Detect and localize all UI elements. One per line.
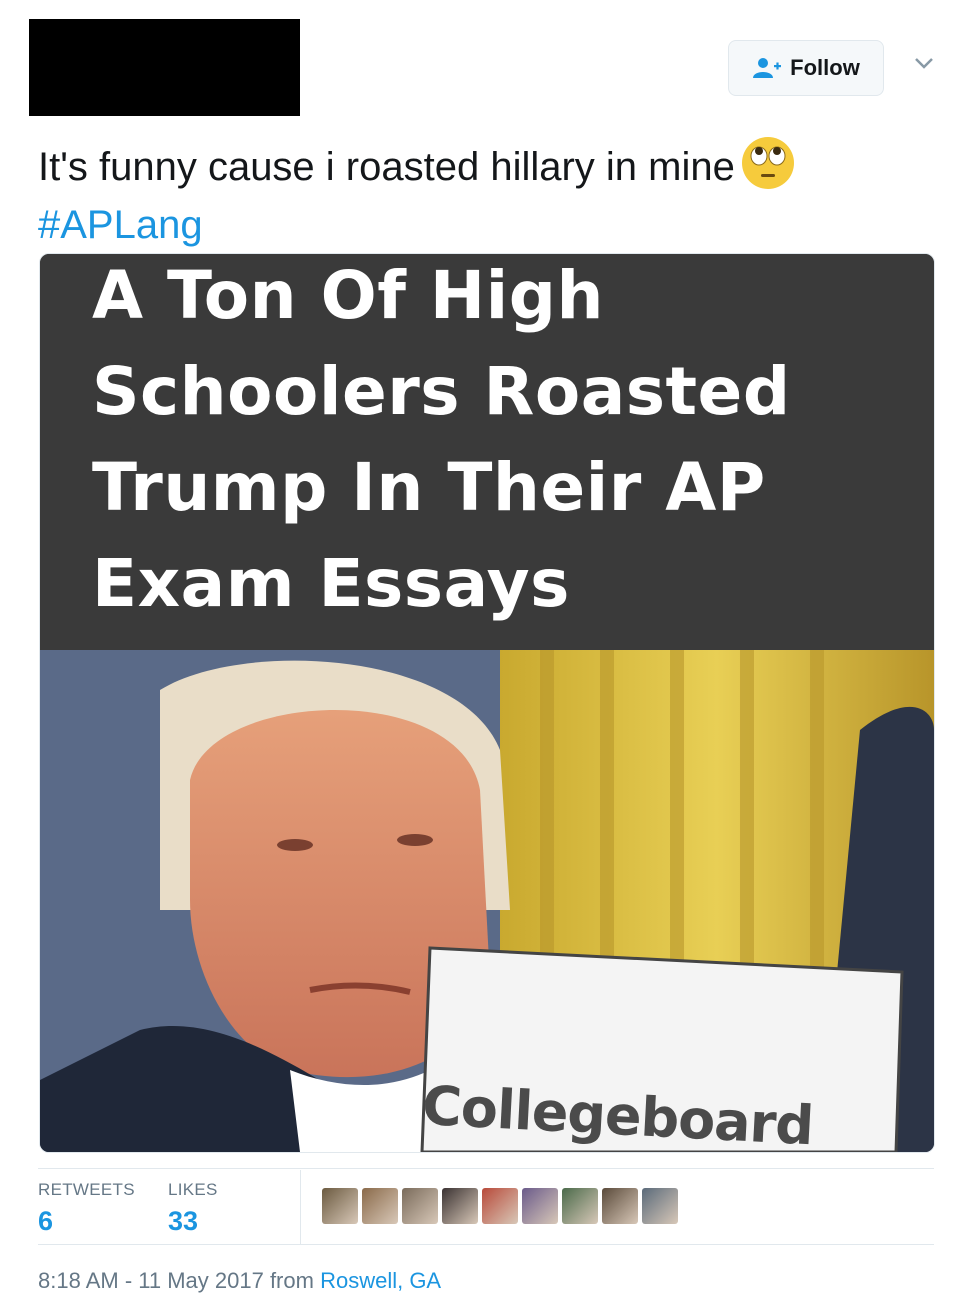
add-user-icon bbox=[753, 58, 782, 78]
liker-avatar[interactable] bbox=[562, 1188, 598, 1224]
liker-avatar[interactable] bbox=[602, 1188, 638, 1224]
liker-avatar[interactable] bbox=[322, 1188, 358, 1224]
liker-avatar[interactable] bbox=[402, 1188, 438, 1224]
liker-avatar[interactable] bbox=[522, 1188, 558, 1224]
hashtag-link[interactable]: #APLang bbox=[38, 203, 203, 247]
media-headline: A Ton Of High Schoolers Roasted Trump In… bbox=[92, 257, 791, 622]
follow-label: Follow bbox=[790, 55, 860, 80]
liker-avatar[interactable] bbox=[362, 1188, 398, 1224]
retweets-label: RETWEETS bbox=[38, 1180, 135, 1199]
retweets-count: 6 bbox=[38, 1206, 54, 1236]
stats-top-divider bbox=[38, 1168, 934, 1169]
follow-button[interactable]: Follow bbox=[728, 40, 884, 96]
likes-label: LIKES bbox=[168, 1180, 218, 1199]
chevron-down-icon[interactable] bbox=[914, 56, 934, 70]
tweet-media-image[interactable]: A Ton Of High Schoolers Roasted Trump In… bbox=[39, 253, 935, 1153]
liker-avatar[interactable] bbox=[642, 1188, 678, 1224]
tweet-meta: 8:18 AM - 11 May 2017 from Roswell, GA bbox=[38, 1268, 441, 1294]
stats-bottom-divider bbox=[38, 1244, 934, 1245]
tweet-timestamp: 8:18 AM - 11 May 2017 from bbox=[38, 1268, 314, 1293]
likes-stat[interactable]: LIKES 33 bbox=[168, 1180, 218, 1237]
tweet-text: It's funny cause i roasted hillary in mi… bbox=[38, 136, 938, 249]
liker-avatar[interactable] bbox=[442, 1188, 478, 1224]
likes-count: 33 bbox=[168, 1206, 199, 1236]
redacted-user-header bbox=[29, 19, 300, 116]
stats-divider bbox=[300, 1170, 301, 1244]
retweets-stat[interactable]: RETWEETS 6 bbox=[38, 1180, 135, 1237]
headline-panel: A Ton Of High Schoolers Roasted Trump In… bbox=[40, 254, 934, 650]
liker-avatar[interactable] bbox=[482, 1188, 518, 1224]
tweet-body: It's funny cause i roasted hillary in mi… bbox=[38, 145, 735, 189]
rolling-eyes-emoji-icon bbox=[741, 136, 795, 201]
location-link[interactable]: Roswell, GA bbox=[320, 1268, 441, 1293]
liker-avatars bbox=[322, 1188, 678, 1224]
